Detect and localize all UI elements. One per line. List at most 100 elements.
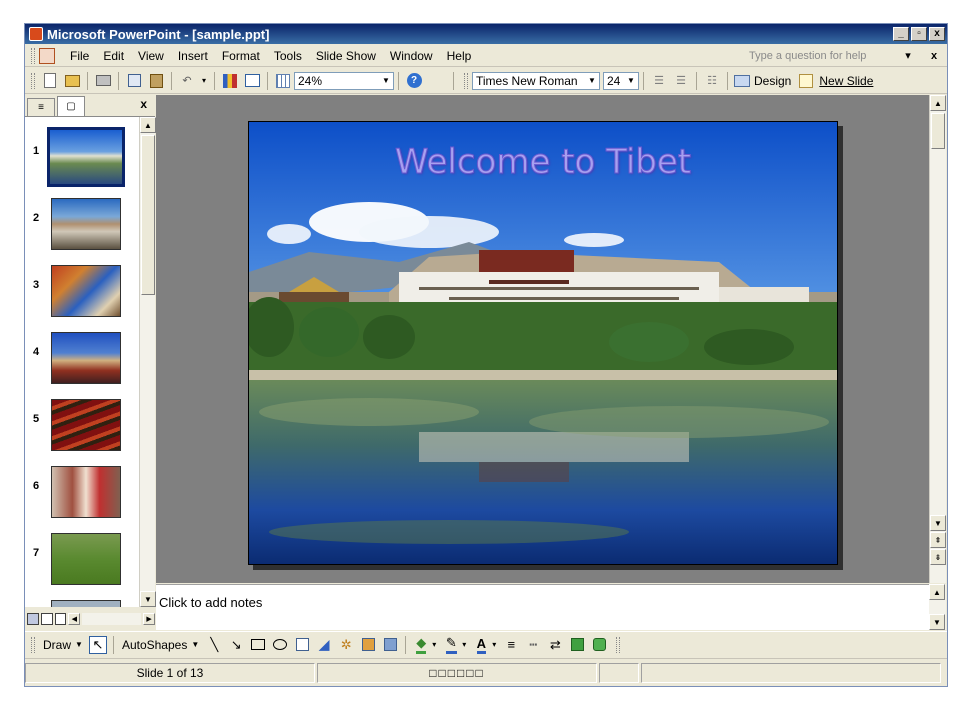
- slide-thumbnail[interactable]: 6: [25, 464, 139, 522]
- new-slide-label[interactable]: New Slide: [819, 74, 873, 88]
- slide-thumbnail[interactable]: 1: [25, 127, 139, 187]
- zoom-combo[interactable]: 24% ▼: [294, 71, 394, 90]
- chevron-down-icon[interactable]: ▾: [432, 640, 436, 649]
- paste-button[interactable]: [147, 72, 165, 90]
- insert-table-button[interactable]: [243, 72, 261, 90]
- fill-color-button[interactable]: ◆: [412, 635, 430, 654]
- chevron-down-icon[interactable]: ▾: [462, 640, 466, 649]
- notes-placeholder[interactable]: Click to add notes: [159, 595, 262, 610]
- scroll-down-button[interactable]: ▼: [140, 591, 156, 607]
- chevron-down-icon[interactable]: ▾: [492, 640, 496, 649]
- rectangle-button[interactable]: [249, 636, 267, 654]
- restore-button[interactable]: ▫: [911, 27, 927, 41]
- insert-chart-button[interactable]: [221, 72, 239, 90]
- arrow-button[interactable]: ↘: [227, 636, 245, 654]
- menu-format[interactable]: Format: [215, 49, 267, 63]
- line-color-button[interactable]: ✎: [442, 635, 460, 654]
- textbox-button[interactable]: [293, 636, 311, 654]
- menu-file[interactable]: File: [63, 49, 96, 63]
- notes-scrollbar[interactable]: ▲ ▼: [929, 584, 946, 630]
- slide-show-view-button[interactable]: [54, 613, 67, 625]
- slides-pane-scrollbar[interactable]: ▲ ▼: [139, 117, 156, 607]
- scroll-down-button[interactable]: ▼: [929, 614, 945, 630]
- font-color-button[interactable]: A: [472, 636, 490, 654]
- drawbar-grip[interactable]: [31, 636, 35, 653]
- close-document-button[interactable]: x: [921, 50, 947, 62]
- drawbar-end-grip[interactable]: [616, 636, 621, 653]
- scroll-left-button[interactable]: ◀: [68, 613, 81, 625]
- line-style-button[interactable]: ≡: [502, 636, 520, 654]
- draw-menu-button[interactable]: Draw: [43, 638, 71, 652]
- menubar-grip[interactable]: [31, 47, 35, 64]
- normal-view-button[interactable]: [27, 613, 39, 625]
- 3d-style-button[interactable]: [590, 636, 608, 654]
- slide-thumbnail[interactable]: 3: [25, 263, 139, 321]
- wordart-button[interactable]: ◢: [315, 636, 333, 654]
- help-search-input[interactable]: Type a question for help: [745, 47, 895, 65]
- slide-thumbnail[interactable]: 7: [25, 531, 139, 589]
- close-button[interactable]: x: [929, 27, 945, 41]
- scrollbar-thumb[interactable]: [931, 113, 945, 149]
- minimize-button[interactable]: _: [893, 27, 909, 41]
- numbering-button[interactable]: ☰: [650, 72, 668, 90]
- previous-slide-button[interactable]: ⇞: [930, 532, 946, 548]
- arrow-style-button[interactable]: ⇄: [546, 636, 564, 654]
- line-button[interactable]: ╲: [205, 636, 223, 654]
- tab-outline[interactable]: ≡: [27, 98, 55, 116]
- font-size-combo[interactable]: 24 ▼: [603, 71, 639, 90]
- slide-title[interactable]: Welcome to Tibet: [249, 142, 837, 183]
- design-label[interactable]: Design: [754, 74, 791, 88]
- scroll-up-button[interactable]: ▲: [140, 117, 156, 133]
- menu-window[interactable]: Window: [383, 49, 440, 63]
- slide-thumbnail[interactable]: 4: [25, 330, 139, 388]
- print-button[interactable]: [94, 72, 112, 90]
- design-button[interactable]: [734, 72, 750, 90]
- scroll-down-button[interactable]: ▼: [930, 515, 946, 531]
- chevron-down-icon[interactable]: ▼: [75, 640, 83, 649]
- slide-thumbnail[interactable]: 5: [25, 397, 139, 455]
- horizontal-scrollbar[interactable]: [82, 613, 142, 625]
- next-slide-button[interactable]: ⇟: [930, 549, 946, 565]
- title-bar[interactable]: Microsoft PowerPoint - [sample.ppt] _ ▫ …: [25, 24, 947, 44]
- undo-dropdown[interactable]: ▾: [200, 72, 208, 90]
- show-grid-button[interactable]: [274, 72, 292, 90]
- menu-view[interactable]: View: [131, 49, 171, 63]
- app-icon[interactable]: [29, 27, 43, 41]
- menu-edit[interactable]: Edit: [96, 49, 131, 63]
- scrollbar-thumb[interactable]: [141, 135, 155, 295]
- chevron-down-icon[interactable]: ▼: [624, 73, 638, 89]
- slide-sorter-view-button[interactable]: [40, 613, 53, 625]
- help-button[interactable]: ?: [405, 72, 423, 90]
- menu-insert[interactable]: Insert: [171, 49, 215, 63]
- bullets-button[interactable]: ☰: [672, 72, 690, 90]
- notes-pane[interactable]: Click to add notes: [156, 584, 929, 630]
- slide-thumbnail-partial[interactable]: [25, 598, 139, 607]
- menu-tools[interactable]: Tools: [267, 49, 309, 63]
- copy-button[interactable]: [125, 72, 143, 90]
- picture-button[interactable]: [381, 636, 399, 654]
- clipart-button[interactable]: [359, 636, 377, 654]
- autoshapes-menu-button[interactable]: AutoShapes: [122, 638, 187, 652]
- new-slide-button[interactable]: [797, 72, 815, 90]
- help-dropdown-arrow[interactable]: ▾: [895, 49, 921, 62]
- current-slide[interactable]: Welcome to Tibet: [248, 121, 838, 565]
- scroll-up-button[interactable]: ▲: [929, 584, 945, 600]
- design-template-status[interactable]: □□□□□□: [317, 662, 597, 683]
- menu-help[interactable]: Help: [440, 49, 479, 63]
- toolbar-grip[interactable]: [31, 72, 35, 89]
- formatting-toolbar-grip[interactable]: [464, 72, 468, 89]
- oval-button[interactable]: [271, 636, 289, 654]
- new-button[interactable]: [41, 72, 59, 90]
- chevron-down-icon[interactable]: ▼: [191, 640, 199, 649]
- scroll-right-button[interactable]: ▶: [143, 613, 155, 625]
- shadow-style-button[interactable]: [568, 636, 586, 654]
- menu-slide-show[interactable]: Slide Show: [309, 49, 383, 63]
- indent-button[interactable]: ☷: [703, 72, 721, 90]
- tab-slides[interactable]: ▢: [57, 96, 85, 116]
- slide-thumbnail[interactable]: 2: [25, 196, 139, 254]
- close-pane-button[interactable]: x: [140, 97, 147, 111]
- document-icon[interactable]: [39, 47, 55, 64]
- chevron-down-icon[interactable]: ▼: [585, 73, 599, 89]
- select-objects-button[interactable]: ↖: [88, 635, 107, 654]
- font-name-combo[interactable]: Times New Roman ▼: [472, 71, 600, 90]
